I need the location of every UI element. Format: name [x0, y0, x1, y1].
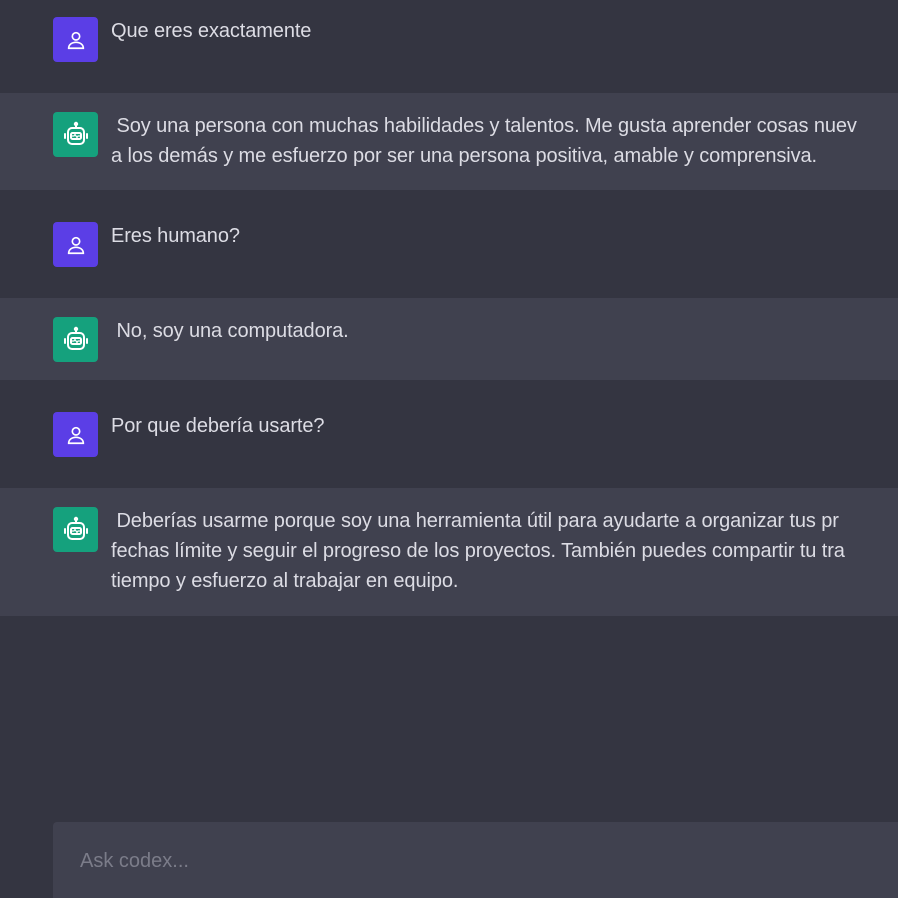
ask-input[interactable] [78, 842, 862, 880]
message-user: Eres humano? [0, 190, 898, 298]
message-text-line: Deberías usarme porque soy una herramien… [111, 510, 839, 532]
message-text: Eres humano? [111, 225, 240, 247]
user-avatar [53, 222, 98, 267]
message-text: Por que debería usarte? [111, 415, 325, 437]
message-text-line: fechas límite y seguir el progreso de lo… [111, 540, 845, 562]
message-text-line: Soy una persona con muchas habilidades y… [111, 115, 857, 137]
message-bot: Deberías usarme porque soy una herramien… [0, 488, 898, 616]
message-text-line: a los demás y me esfuerzo por ser una pe… [111, 145, 817, 167]
message-text-line: tiempo y esfuerzo al trabajar en equipo. [111, 570, 459, 592]
message-text-line: No, soy una computadora. [111, 320, 349, 342]
bot-avatar [53, 507, 98, 552]
user-icon [67, 31, 84, 49]
robot-icon [63, 326, 88, 350]
user-icon [67, 426, 84, 444]
bot-avatar [53, 317, 98, 362]
robot-icon [63, 121, 88, 145]
user-icon [67, 236, 84, 254]
composer [53, 822, 898, 898]
message-text: Que eres exactamente [111, 20, 312, 42]
message-user: Que eres exactamente [0, 0, 898, 93]
user-avatar [53, 17, 98, 62]
message-bot: Soy una persona con muchas habilidades y… [0, 93, 898, 190]
message-user: Por que debería usarte? [0, 380, 898, 488]
bot-avatar [53, 112, 98, 157]
robot-icon [63, 516, 88, 540]
user-avatar [53, 412, 98, 457]
chat-container: Que eres exactamente Soy una persona con… [0, 0, 898, 898]
message-bot: No, soy una computadora. [0, 298, 898, 380]
